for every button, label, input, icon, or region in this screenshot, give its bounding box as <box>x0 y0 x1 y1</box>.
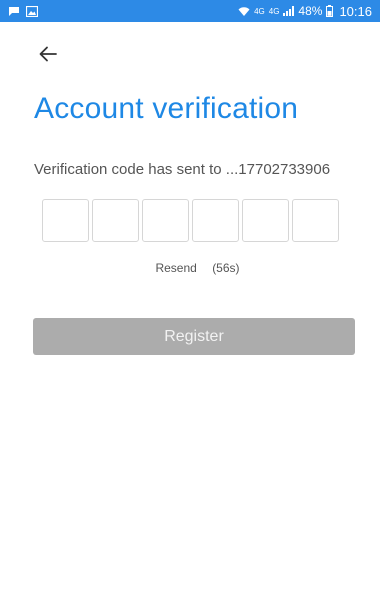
wifi-icon <box>238 6 250 17</box>
resend-countdown: (56s) <box>212 261 240 275</box>
back-button[interactable] <box>34 40 62 68</box>
code-digit-2[interactable] <box>92 199 139 242</box>
message-icon <box>8 6 20 17</box>
network-type-label-2: 4G <box>268 6 280 16</box>
code-digit-3[interactable] <box>142 199 189 242</box>
network-type-label: 4G <box>254 6 265 16</box>
resend-row: Resend (56s) <box>0 261 380 275</box>
resend-link[interactable]: Resend <box>155 261 196 275</box>
battery-icon <box>326 5 334 17</box>
status-right-icons: 4G 4G 48% 10:16 <box>238 4 372 19</box>
code-digit-1[interactable] <box>42 199 89 242</box>
status-left-icons <box>8 5 38 17</box>
code-digit-4[interactable] <box>192 199 239 242</box>
image-icon <box>26 5 38 17</box>
verification-code-input <box>42 199 339 242</box>
code-digit-5[interactable] <box>242 199 289 242</box>
clock: 10:16 <box>339 3 372 19</box>
register-button[interactable]: Register <box>33 318 355 355</box>
arrow-left-icon <box>39 46 57 62</box>
signal-icon <box>283 6 295 16</box>
code-digit-6[interactable] <box>292 199 339 242</box>
page-title: Account verification <box>34 92 299 125</box>
battery-percent: 48% <box>298 4 323 18</box>
verification-message: Verification code has sent to ...1770273… <box>34 161 331 178</box>
status-bar: 4G 4G 48% 10:16 <box>0 0 380 22</box>
